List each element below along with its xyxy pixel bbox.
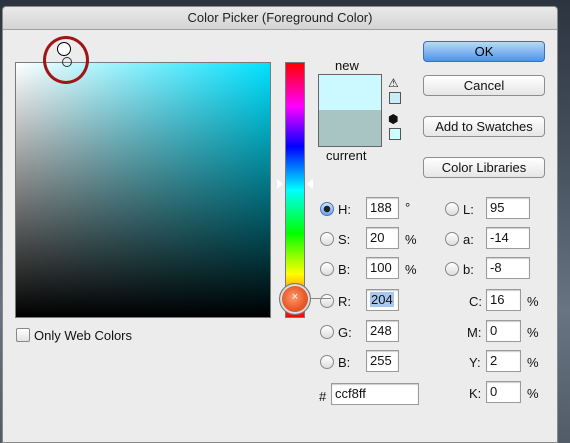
hue-slider[interactable] [285,62,305,318]
brightness-unit: % [405,262,417,277]
black-field[interactable]: 0 [486,381,521,403]
red-field[interactable]: 204 [366,289,399,311]
a-channel-label: a: [463,232,474,247]
a-channel-radio[interactable] [445,232,459,246]
hue-radio[interactable] [320,202,334,216]
current-color-label: current [326,148,367,163]
b-channel-label: b: [463,262,474,277]
b-channel-radio[interactable] [445,262,459,276]
hue-slider-right-arrow-icon[interactable] [307,179,313,189]
out-of-gamut-warning-icon[interactable]: ⚠ [388,76,399,90]
saturation-label: S: [338,232,351,247]
new-color-swatch [318,74,382,111]
hex-prefix: # [319,389,327,404]
black-label: K: [469,386,482,401]
brightness-field[interactable]: 100 [366,257,399,279]
ok-button[interactable]: OK [423,41,545,62]
a-channel-field[interactable]: -14 [486,227,530,249]
red-radio[interactable] [320,294,334,308]
cancel-button[interactable]: Cancel [423,75,545,96]
cyan-field[interactable]: 16 [486,289,521,311]
blue-field[interactable]: 255 [366,350,399,372]
blue-label: B: [338,355,351,370]
add-to-swatches-button[interactable]: Add to Swatches [423,116,545,137]
red-label: R: [338,294,351,309]
green-label: G: [338,325,352,340]
gamut-swatch[interactable] [389,92,401,104]
brightness-radio[interactable] [320,262,334,276]
web-safe-cube-icon[interactable]: ⬢ [388,112,398,126]
b-channel-field[interactable]: -8 [486,257,530,279]
lightness-label: L: [463,202,474,217]
window-title: Color Picker (Foreground Color) [3,7,557,30]
green-radio[interactable] [320,325,334,339]
new-color-label: new [335,58,359,73]
only-web-colors-label: Only Web Colors [34,328,133,343]
only-web-colors-checkbox[interactable] [16,328,30,342]
web-safe-swatch[interactable] [389,128,401,140]
red-field-value: 204 [370,292,394,307]
black-unit: % [527,386,539,401]
hue-unit: ° [405,200,411,215]
hue-slider-left-arrow-icon[interactable] [276,178,283,190]
lightness-field[interactable]: 95 [486,197,530,219]
color-field-cursor-icon[interactable] [57,42,71,56]
saturation-radio[interactable] [320,232,334,246]
saturation-unit: % [405,232,417,247]
green-field[interactable]: 248 [366,320,399,342]
magenta-label: M: [467,325,482,340]
hue-field[interactable]: 188 [366,197,399,219]
hue-label: H: [338,202,351,217]
magenta-field[interactable]: 0 [486,320,521,342]
blue-radio[interactable] [320,355,334,369]
magenta-unit: % [527,325,539,340]
brightness-label: B: [338,262,351,277]
lightness-radio[interactable] [445,202,459,216]
yellow-unit: % [527,355,539,370]
hue-cursor-line [309,298,331,299]
hue-cursor-icon[interactable]: × [279,283,311,315]
color-libraries-button[interactable]: Color Libraries [423,157,545,178]
yellow-label: Y: [469,355,481,370]
saturation-field[interactable]: 20 [366,227,399,249]
yellow-field[interactable]: 2 [486,350,521,372]
current-color-swatch[interactable] [318,110,382,147]
cyan-label: C: [469,294,482,309]
color-field-cursor-shadow-icon [62,57,72,67]
saturation-brightness-field[interactable] [15,62,271,318]
hex-field[interactable]: ccf8ff [331,383,419,405]
cyan-unit: % [527,294,539,309]
